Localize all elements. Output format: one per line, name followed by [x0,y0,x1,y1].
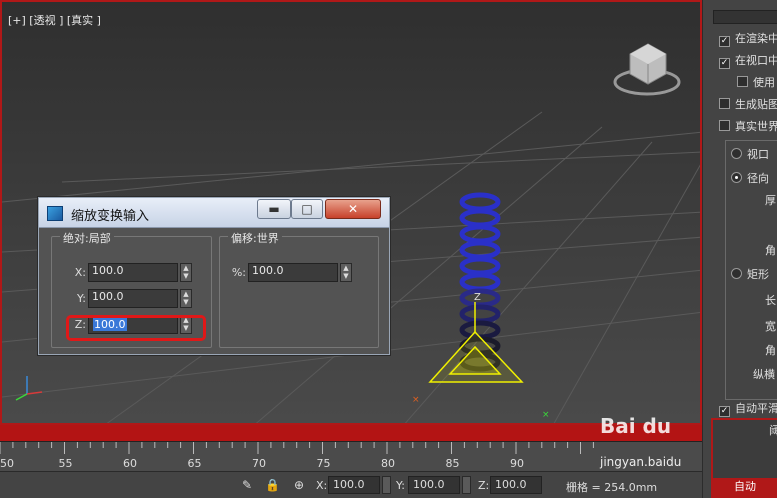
percent-label: %: [231,266,246,279]
panel-label-angle: 角 [765,244,776,257]
ruler-tick-label: 70 [252,457,266,470]
offset-world-group: 偏移:世界 %: 100.0 ▲ ▼ [219,230,379,348]
ruler-tick-label: 90 [510,457,524,470]
spin-down-icon[interactable]: ▼ [181,272,191,280]
x-input[interactable]: 100.0 [88,263,178,282]
close-button[interactable]: ✕ [325,199,381,219]
ruler-tick-label: 80 [381,457,395,470]
dialog-titlebar[interactable]: 缩放变换输入 ▬ □ ✕ [39,198,389,228]
checkbox-checked-icon[interactable]: ✓ [719,36,730,47]
panel-item-auto-smooth[interactable]: ✓ 自动平滑 [719,400,777,417]
panel-item-use[interactable]: 使用 [737,74,775,90]
y-input[interactable]: 100.0 [88,289,178,308]
grid-origin-marker: × [412,395,420,405]
radio-icon[interactable] [731,268,742,279]
panel-label-aspect: 纵横 [753,368,775,381]
panel-radio-radial[interactable]: 径向 [731,170,769,186]
lock-icon[interactable]: 🔒 [265,478,280,492]
offset-world-label: 偏移:世界 [228,230,282,246]
percent-spinner[interactable]: ▲ ▼ [340,263,352,282]
panel-label-thickness: 厚 [765,194,776,207]
grid-axis-marker: × [542,410,550,420]
command-panel: ✓ 在渲染中 ✓ 在视口中 使用 生成贴图 真实世界 视口 径向 厚 角 矩形 长 … [702,0,777,498]
y-spinner[interactable]: ▲ ▼ [180,289,192,308]
time-slider-bar[interactable] [0,425,702,441]
scale-transform-dialog: 缩放变换输入 ▬ □ ✕ 绝对:局部 X: 100.0 ▲ ▼ Y: 100.0 … [38,197,390,355]
view-cube[interactable] [613,43,681,96]
checkbox-checked-icon[interactable]: ✓ [719,58,730,69]
spin-down-icon[interactable]: ▼ [341,272,351,280]
panel-radio-viewport[interactable]: 视口 [731,146,769,162]
ruler-tick-label: 85 [445,457,460,470]
axis-tripod-icon [15,376,43,401]
checkbox-icon[interactable] [737,76,748,87]
ruler-tick-label: 65 [187,457,202,470]
status-y-spinner[interactable] [462,476,471,494]
panel-item-gen-map[interactable]: 生成贴图 [719,96,777,112]
status-z-label: Z: [478,479,490,492]
absolute-mode-icon[interactable]: ⊕ [292,478,306,492]
radio-icon[interactable] [731,148,742,159]
ruler-tick-label: 75 [316,457,331,470]
status-y-label: Y: [396,479,405,492]
gizmo-z-label: Z [474,292,481,303]
ruler-tick-label: 60 [123,457,137,470]
ruler-tick-label: 50 [0,457,14,470]
radio-selected-icon[interactable] [731,172,742,183]
status-x-label: X: [316,479,328,492]
panel-label-length: 长 [765,294,776,307]
panel-radio-rect[interactable]: 矩形 [731,266,769,282]
spin-up-icon[interactable]: ▲ [181,290,191,298]
panel-item-viewport[interactable]: ✓ 在视口中 [719,52,777,69]
panel-label-width: 宽 [765,320,776,333]
panel-dropdown[interactable] [713,10,777,24]
panel-item-render[interactable]: ✓ 在渲染中 [719,30,777,47]
checkbox-icon[interactable] [719,120,730,131]
status-x-input[interactable]: 100.0 [328,476,380,494]
status-z-input[interactable]: 100.0 [490,476,542,494]
checkbox-icon[interactable] [719,98,730,109]
panel-item-real-world[interactable]: 真实世界 [719,118,777,134]
spin-down-icon[interactable]: ▼ [181,298,191,306]
y-label: Y: [77,292,86,305]
maximize-button[interactable]: □ [291,199,323,219]
viewport-label[interactable]: [+] [透视 ] [真实 ] [8,12,101,28]
watermark-url: jingyan.baidu [600,455,682,469]
ruler-tick-label: 55 [58,457,73,470]
status-y-input[interactable]: 100.0 [408,476,460,494]
panel-label-threshold: 阈 [769,424,777,437]
z-field-highlight [66,315,206,341]
spin-up-icon[interactable]: ▲ [181,264,191,272]
spin-up-icon[interactable]: ▲ [341,264,351,272]
status-bar: ✎ 🔒 ⊕ X: 100.0 Y: 100.0 Z: 100.0 栅格 = 25… [0,471,702,498]
timeline-ruler[interactable]: 50 55 60 65 70 75 80 85 90 [0,441,702,471]
ruler-ticks [0,442,594,454]
panel-label-angle-2: 角 [765,344,776,357]
checkbox-checked-icon[interactable]: ✓ [719,406,730,417]
minimize-button[interactable]: ▬ [257,199,291,219]
x-label: X: [74,266,86,279]
grid-size-readout: 栅格 = 254.0mm [566,481,658,494]
app-icon [47,206,63,221]
auto-key-button[interactable]: 自动 [711,478,777,498]
pin-icon[interactable]: ✎ [240,478,254,492]
scale-gizmo[interactable] [428,302,524,383]
dialog-title: 缩放变换输入 [71,209,150,224]
percent-input[interactable]: 100.0 [248,263,338,282]
status-x-spinner[interactable] [382,476,391,494]
x-spinner[interactable]: ▲ ▼ [180,263,192,282]
absolute-local-label: 绝对:局部 [60,230,114,246]
